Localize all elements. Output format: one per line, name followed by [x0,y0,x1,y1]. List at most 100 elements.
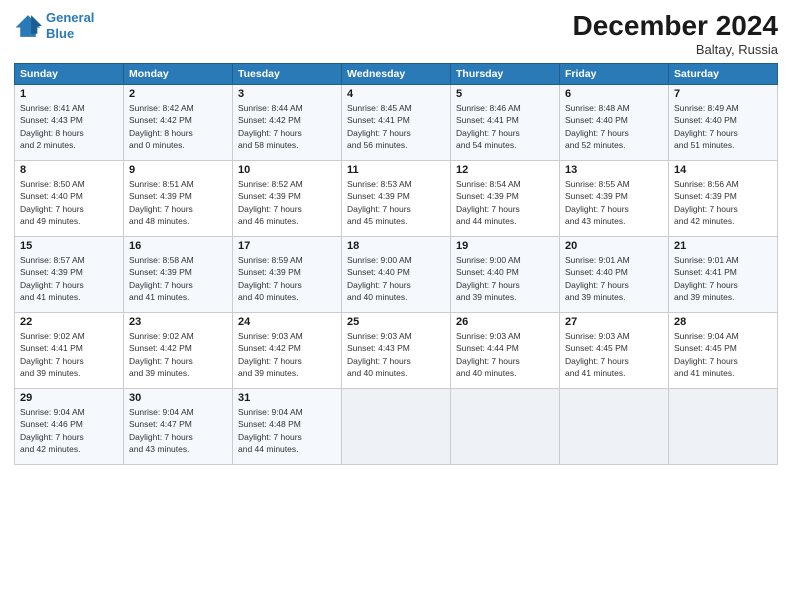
day-number: 17 [238,240,336,252]
calendar-cell: 3 Sunrise: 8:44 AM Sunset: 4:42 PM Daylig… [233,85,342,161]
calendar-page: General Blue December 2024 Baltay, Russi… [0,0,792,612]
day-info: Sunrise: 8:44 AM Sunset: 4:42 PM Dayligh… [238,102,336,151]
calendar-week-row: 1Sunrise: 8:41 AM Sunset: 4:43 PM Daylig… [15,85,778,161]
day-info: Sunrise: 9:00 AM Sunset: 4:40 PM Dayligh… [456,254,554,303]
col-tuesday: Tuesday [233,64,342,85]
day-number: 8 [20,164,118,176]
logo-line2: Blue [46,26,74,41]
col-friday: Friday [560,64,669,85]
day-info: Sunrise: 9:01 AM Sunset: 4:40 PM Dayligh… [565,254,663,303]
calendar-title: December 2024 [573,10,778,42]
day-info: Sunrise: 9:03 AM Sunset: 4:43 PM Dayligh… [347,330,445,379]
day-number: 26 [456,316,554,328]
logo-icon [14,12,42,40]
day-number: 21 [674,240,772,252]
page-header: General Blue December 2024 Baltay, Russi… [14,10,778,57]
col-wednesday: Wednesday [342,64,451,85]
calendar-cell [560,389,669,465]
calendar-cell [342,389,451,465]
day-number: 11 [347,164,445,176]
calendar-cell: 25 Sunrise: 9:03 AM Sunset: 4:43 PM Dayli… [342,313,451,389]
day-info: Sunrise: 9:04 AM Sunset: 4:46 PM Dayligh… [20,406,118,455]
day-info: Sunrise: 9:03 AM Sunset: 4:44 PM Dayligh… [456,330,554,379]
calendar-cell [669,389,778,465]
calendar-body: 1Sunrise: 8:41 AM Sunset: 4:43 PM Daylig… [15,85,778,465]
calendar-cell: 11 Sunrise: 8:53 AM Sunset: 4:39 PM Dayli… [342,161,451,237]
calendar-cell: 9 Sunrise: 8:51 AM Sunset: 4:39 PM Daylig… [124,161,233,237]
calendar-cell: 15Sunrise: 8:57 AM Sunset: 4:39 PM Dayli… [15,237,124,313]
col-thursday: Thursday [451,64,560,85]
calendar-cell: 19Sunrise: 9:00 AM Sunset: 4:40 PM Dayli… [451,237,560,313]
calendar-cell: 16Sunrise: 8:58 AM Sunset: 4:39 PM Dayli… [124,237,233,313]
calendar-cell: 27Sunrise: 9:03 AM Sunset: 4:45 PM Dayli… [560,313,669,389]
calendar-cell: 24Sunrise: 9:03 AM Sunset: 4:42 PM Dayli… [233,313,342,389]
day-number: 9 [129,164,227,176]
day-number: 28 [674,316,772,328]
day-info: Sunrise: 8:51 AM Sunset: 4:39 PM Dayligh… [129,178,227,227]
calendar-cell: 17 Sunrise: 8:59 AM Sunset: 4:39 PM Dayli… [233,237,342,313]
day-info: Sunrise: 8:58 AM Sunset: 4:39 PM Dayligh… [129,254,227,303]
calendar-week-row: 29 Sunrise: 9:04 AM Sunset: 4:46 PM Dayli… [15,389,778,465]
calendar-cell: 29 Sunrise: 9:04 AM Sunset: 4:46 PM Dayli… [15,389,124,465]
day-number: 3 [238,88,336,100]
day-info: Sunrise: 9:02 AM Sunset: 4:41 PM Dayligh… [20,330,118,379]
day-number: 25 [347,316,445,328]
calendar-cell: 20 Sunrise: 9:01 AM Sunset: 4:40 PM Dayli… [560,237,669,313]
calendar-subtitle: Baltay, Russia [573,42,778,57]
day-number: 12 [456,164,554,176]
day-number: 20 [565,240,663,252]
calendar-cell: 22Sunrise: 9:02 AM Sunset: 4:41 PM Dayli… [15,313,124,389]
day-number: 14 [674,164,772,176]
day-number: 10 [238,164,336,176]
calendar-cell: 14 Sunrise: 8:56 AM Sunset: 4:39 PM Dayli… [669,161,778,237]
logo-line1: General [46,10,94,25]
day-info: Sunrise: 8:49 AM Sunset: 4:40 PM Dayligh… [674,102,772,151]
day-info: Sunrise: 8:59 AM Sunset: 4:39 PM Dayligh… [238,254,336,303]
calendar-cell: 12Sunrise: 8:54 AM Sunset: 4:39 PM Dayli… [451,161,560,237]
day-info: Sunrise: 9:04 AM Sunset: 4:47 PM Dayligh… [129,406,227,455]
day-number: 15 [20,240,118,252]
day-info: Sunrise: 8:50 AM Sunset: 4:40 PM Dayligh… [20,178,118,227]
day-number: 23 [129,316,227,328]
col-monday: Monday [124,64,233,85]
day-info: Sunrise: 8:48 AM Sunset: 4:40 PM Dayligh… [565,102,663,151]
calendar-table: Sunday Monday Tuesday Wednesday Thursday… [14,63,778,465]
calendar-cell [451,389,560,465]
calendar-cell: 23Sunrise: 9:02 AM Sunset: 4:42 PM Dayli… [124,313,233,389]
day-number: 7 [674,88,772,100]
day-number: 24 [238,316,336,328]
day-number: 5 [456,88,554,100]
calendar-cell: 18 Sunrise: 9:00 AM Sunset: 4:40 PM Dayli… [342,237,451,313]
day-info: Sunrise: 9:04 AM Sunset: 4:48 PM Dayligh… [238,406,336,455]
day-number: 13 [565,164,663,176]
day-number: 2 [129,88,227,100]
day-info: Sunrise: 8:41 AM Sunset: 4:43 PM Dayligh… [20,102,118,151]
calendar-week-row: 22Sunrise: 9:02 AM Sunset: 4:41 PM Dayli… [15,313,778,389]
calendar-cell: 2 Sunrise: 8:42 AM Sunset: 4:42 PM Daylig… [124,85,233,161]
day-info: Sunrise: 8:46 AM Sunset: 4:41 PM Dayligh… [456,102,554,151]
day-info: Sunrise: 9:01 AM Sunset: 4:41 PM Dayligh… [674,254,772,303]
day-info: Sunrise: 8:56 AM Sunset: 4:39 PM Dayligh… [674,178,772,227]
day-number: 31 [238,392,336,404]
calendar-cell: 21 Sunrise: 9:01 AM Sunset: 4:41 PM Dayli… [669,237,778,313]
day-info: Sunrise: 9:04 AM Sunset: 4:45 PM Dayligh… [674,330,772,379]
calendar-cell: 31 Sunrise: 9:04 AM Sunset: 4:48 PM Dayli… [233,389,342,465]
day-number: 6 [565,88,663,100]
day-number: 18 [347,240,445,252]
title-block: December 2024 Baltay, Russia [573,10,778,57]
calendar-header-row: Sunday Monday Tuesday Wednesday Thursday… [15,64,778,85]
day-info: Sunrise: 8:53 AM Sunset: 4:39 PM Dayligh… [347,178,445,227]
day-number: 29 [20,392,118,404]
day-info: Sunrise: 8:42 AM Sunset: 4:42 PM Dayligh… [129,102,227,151]
calendar-cell: 1Sunrise: 8:41 AM Sunset: 4:43 PM Daylig… [15,85,124,161]
day-info: Sunrise: 9:03 AM Sunset: 4:45 PM Dayligh… [565,330,663,379]
calendar-week-row: 15Sunrise: 8:57 AM Sunset: 4:39 PM Dayli… [15,237,778,313]
calendar-cell: 4Sunrise: 8:45 AM Sunset: 4:41 PM Daylig… [342,85,451,161]
calendar-cell: 8 Sunrise: 8:50 AM Sunset: 4:40 PM Daylig… [15,161,124,237]
day-info: Sunrise: 8:52 AM Sunset: 4:39 PM Dayligh… [238,178,336,227]
calendar-cell: 30Sunrise: 9:04 AM Sunset: 4:47 PM Dayli… [124,389,233,465]
day-info: Sunrise: 9:00 AM Sunset: 4:40 PM Dayligh… [347,254,445,303]
logo: General Blue [14,10,94,41]
calendar-cell: 26 Sunrise: 9:03 AM Sunset: 4:44 PM Dayli… [451,313,560,389]
day-info: Sunrise: 8:45 AM Sunset: 4:41 PM Dayligh… [347,102,445,151]
